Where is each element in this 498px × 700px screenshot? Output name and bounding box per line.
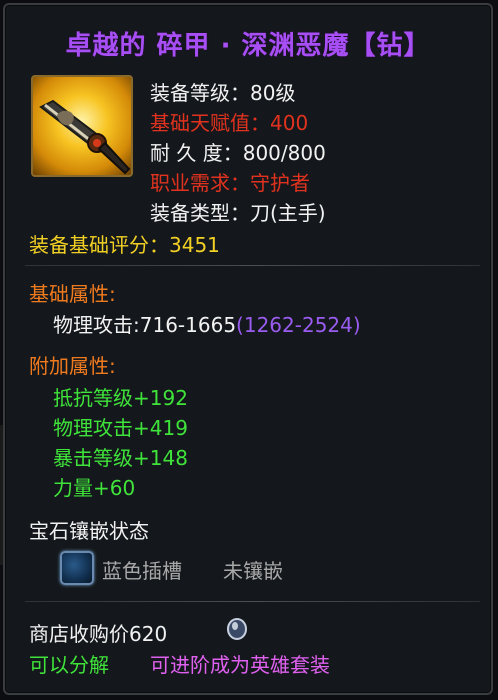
equip-score-label: 装备基础评分： — [29, 233, 169, 257]
equip-type-label: 装备类型： — [150, 201, 250, 225]
class-requirement-value: 守护者 — [250, 171, 310, 195]
base-attributes-header: 基础属性: — [29, 282, 116, 306]
item-title: 卓越的 碎甲 · 深渊恶魔【钻】 — [65, 31, 431, 61]
durability-value: 800/800 — [242, 141, 326, 165]
divider — [25, 601, 480, 602]
base-talent-label: 基础天赋值： — [150, 111, 270, 135]
phys-attack-label: 物理攻击: — [53, 313, 140, 337]
additional-attribute: 暴击等级+148 — [53, 446, 188, 470]
additional-attribute: 抵抗等级+192 — [53, 386, 188, 410]
class-requirement-label: 职业需求： — [150, 171, 250, 195]
base-talent-value: 400 — [270, 111, 309, 135]
phys-attack-value: 716-1665 — [139, 313, 237, 337]
sword-icon — [31, 75, 133, 177]
additional-attribute: 物理攻击+419 — [53, 416, 188, 440]
additional-attributes-header: 附加属性: — [29, 354, 116, 378]
item-tooltip: 卓越的 碎甲 · 深渊恶魔【钻】 装备等级：80级 基础天赋值：400 耐 久 … — [3, 3, 493, 695]
upgrade-text: 可进阶成为英雄套装 — [150, 653, 330, 677]
additional-attribute: 力量+60 — [53, 476, 136, 500]
phys-attack-extra: (1262-2524) — [236, 313, 361, 337]
socket-label: 蓝色插槽 — [102, 559, 182, 583]
shop-price: 商店收购价620 — [29, 622, 168, 646]
blue-gem-socket[interactable] — [60, 551, 94, 585]
socket-status: 未镶嵌 — [223, 559, 283, 583]
equip-type-value: 刀(主手) — [250, 201, 326, 225]
gem-status-header: 宝石镶嵌状态 — [29, 519, 149, 543]
equip-score-value: 3451 — [169, 233, 220, 257]
durability-label: 耐 久 度： — [150, 141, 243, 165]
equip-level-label: 装备等级： — [150, 81, 250, 105]
decomposable-text: 可以分解 — [29, 653, 109, 677]
coin-icon — [226, 617, 248, 641]
divider — [25, 265, 480, 266]
equip-level-value: 80级 — [250, 81, 296, 105]
